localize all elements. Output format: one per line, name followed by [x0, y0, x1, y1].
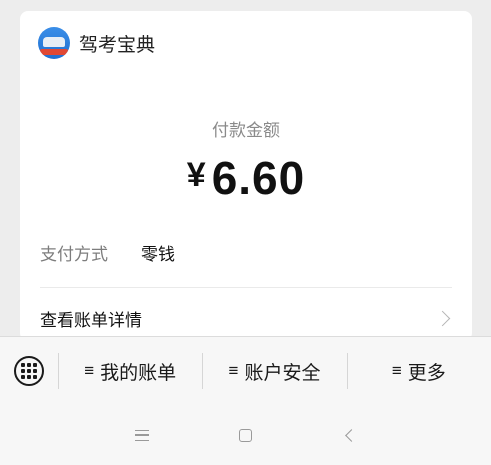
- nav-menu-button[interactable]: [90, 405, 194, 465]
- divider: [40, 287, 452, 288]
- view-bill-details-label: 查看账单详情: [40, 310, 142, 330]
- car-app-logo-icon: [38, 27, 70, 59]
- nav-home-button[interactable]: [194, 405, 298, 465]
- menu-item-label: 更多: [407, 362, 446, 384]
- system-navigation-bar: [0, 405, 491, 465]
- chevron-right-icon: [434, 310, 451, 326]
- menu-item-label: 账户安全: [244, 362, 321, 384]
- nav-back-button[interactable]: [298, 405, 402, 465]
- payment-card: 驾考宝典 付款金额 ¥6.60 支付方式 零钱 查看账单详情: [20, 11, 472, 341]
- payment-method-row: 支付方式 零钱: [40, 240, 175, 265]
- amount-label: 付款金额: [212, 121, 280, 140]
- menu-lines-icon: ≡: [228, 361, 239, 380]
- merchant-header: 驾考宝典: [38, 27, 155, 59]
- keyboard-icon: [14, 356, 44, 386]
- menu-lines-icon: ≡: [84, 361, 95, 380]
- merchant-name: 驾考宝典: [79, 34, 156, 56]
- view-bill-details-link[interactable]: 查看账单详情: [40, 303, 452, 333]
- amount-value: 6.60: [211, 152, 306, 204]
- payment-amount: ¥6.60: [20, 151, 472, 205]
- payment-method-label: 支付方式: [40, 245, 108, 264]
- menu-item-label: 我的账单: [100, 362, 177, 384]
- menu-lines-icon: ≡: [391, 361, 402, 380]
- keyboard-toggle-button[interactable]: [0, 337, 58, 405]
- back-icon: [345, 428, 358, 442]
- chat-menu-bar: ≡ 我的账单 ≡ 账户安全 ≡ 更多: [0, 336, 491, 406]
- menu-icon: [134, 429, 149, 441]
- menu-account-security[interactable]: ≡ 账户安全: [202, 337, 346, 405]
- home-icon: [239, 428, 252, 442]
- currency-symbol: ¥: [186, 156, 206, 194]
- menu-my-bills[interactable]: ≡ 我的账单: [58, 337, 202, 405]
- payment-method-value: 零钱: [141, 245, 175, 264]
- menu-more[interactable]: ≡ 更多: [346, 337, 491, 405]
